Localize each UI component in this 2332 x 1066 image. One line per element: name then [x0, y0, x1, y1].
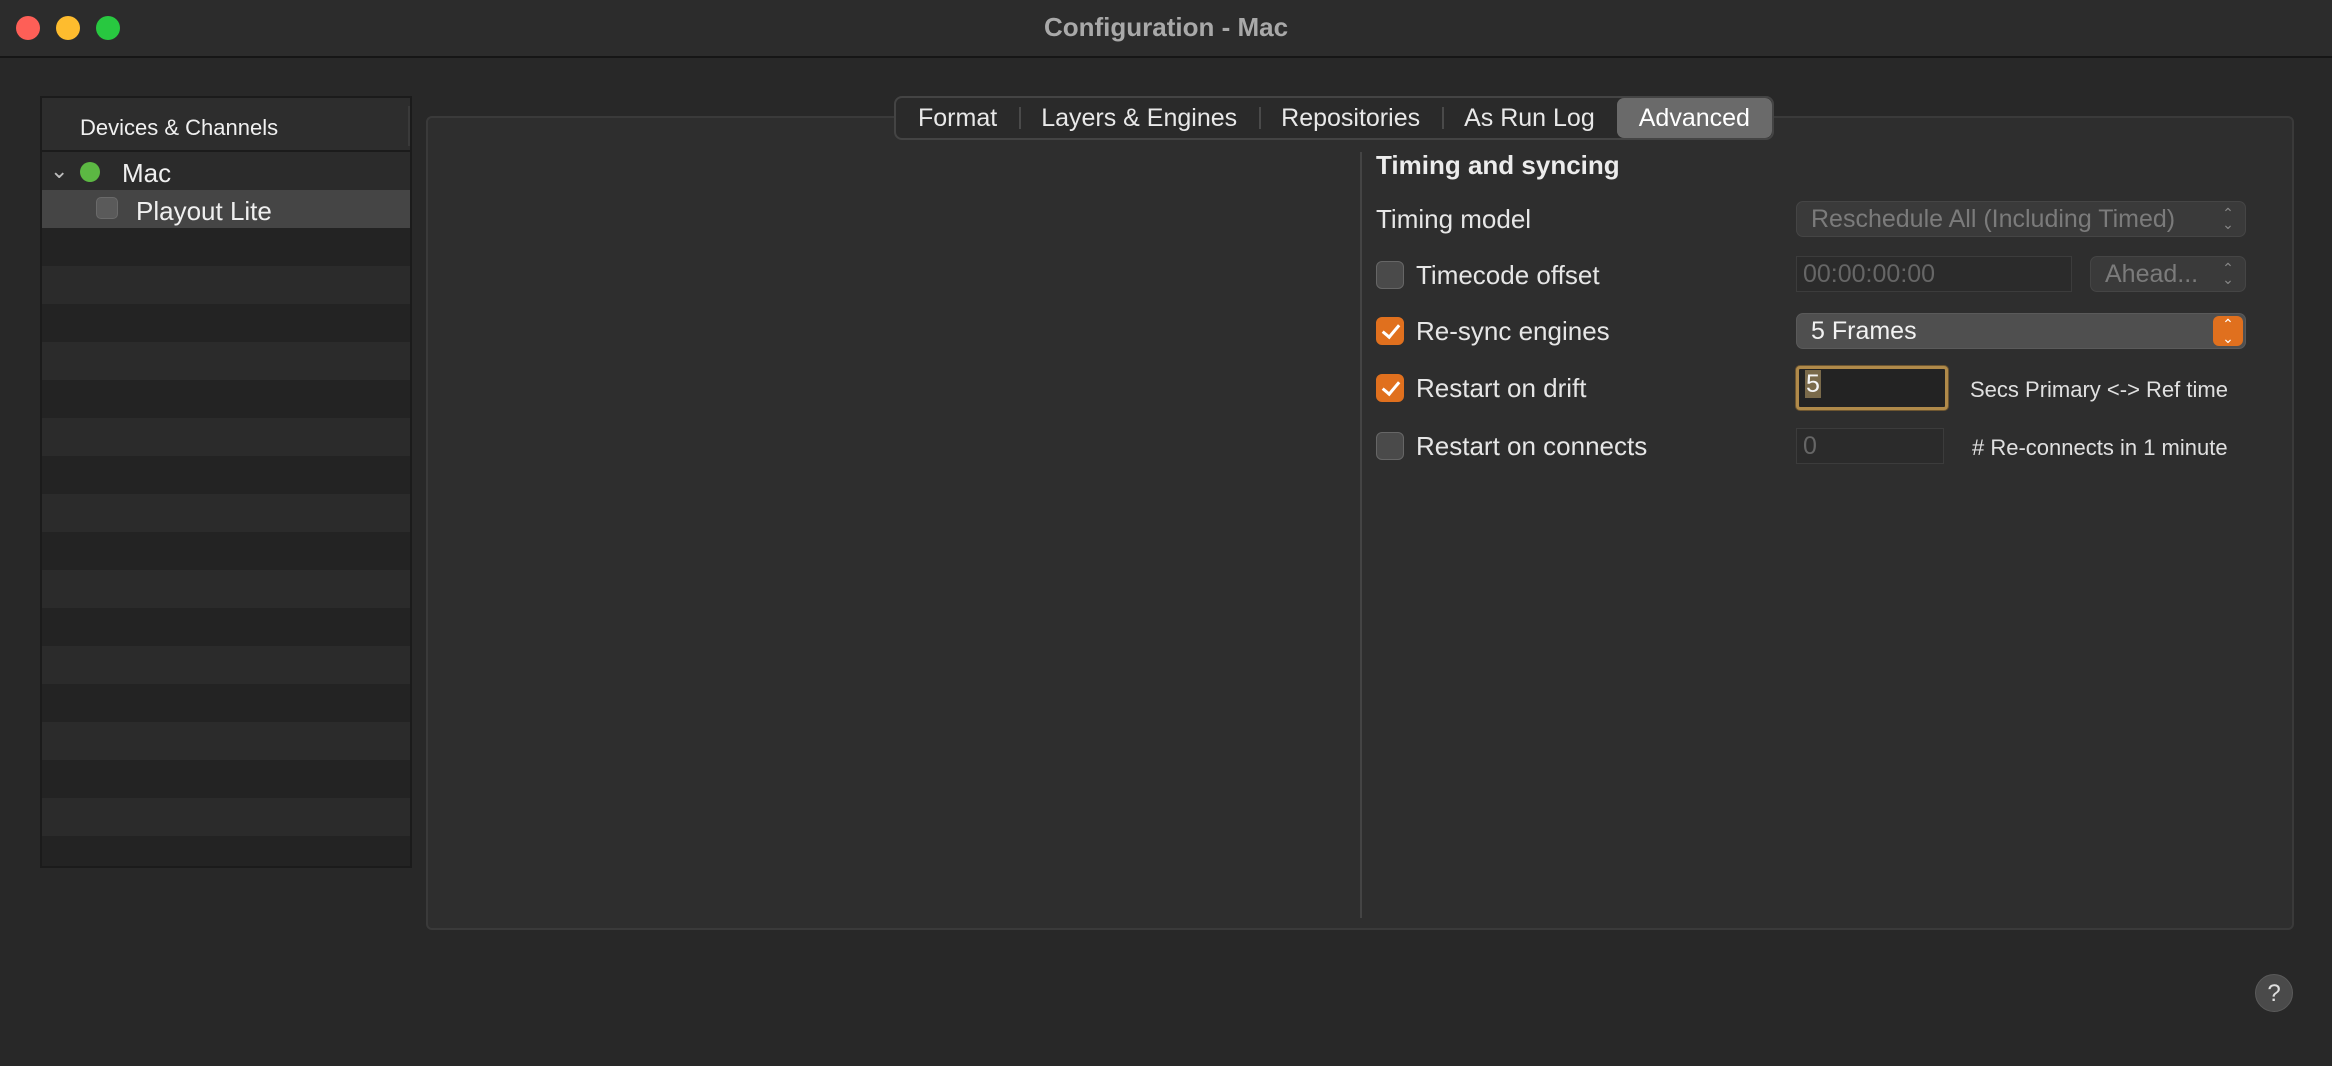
- section-title: Timing and syncing: [1376, 150, 1620, 180]
- chevron-updown-icon: ⌃ ⌄: [2222, 260, 2234, 287]
- empty-row: [42, 760, 410, 798]
- channel-row-playout-lite[interactable]: Playout Lite: [42, 190, 410, 228]
- resync-engines-popup[interactable]: 5 Frames ⌃ ⌄: [1796, 313, 2246, 349]
- devices-sidebar: Devices & Channels ⌄ Mac Playout Lite: [40, 96, 412, 868]
- device-row-mac[interactable]: ⌄ Mac: [42, 152, 410, 190]
- restart-on-connects-field[interactable]: 0: [1796, 428, 1944, 464]
- chevron-updown-icon: ⌃ ⌄: [2213, 316, 2243, 346]
- empty-row: [42, 418, 410, 456]
- empty-row: [42, 304, 410, 342]
- window-title: Configuration - Mac: [1043, 12, 1289, 42]
- tab-bar: Format Layers & Engines Repositories As …: [894, 96, 1774, 140]
- resync-engines-label: Re-sync engines: [1416, 316, 1610, 346]
- drift-suffix-label: Secs Primary <-> Ref time: [1970, 377, 2228, 402]
- channel-label: Playout Lite: [136, 196, 272, 226]
- chevron-updown-icon: ⌃ ⌄: [2222, 205, 2234, 232]
- empty-row: [42, 798, 410, 836]
- empty-row: [42, 608, 410, 646]
- tab-as-run-log[interactable]: As Run Log: [1442, 98, 1617, 138]
- timing-model-value: Reschedule All (Including Timed): [1811, 205, 2176, 233]
- tab-format[interactable]: Format: [896, 98, 1019, 138]
- timing-model-popup[interactable]: Reschedule All (Including Timed) ⌃ ⌄: [1796, 201, 2246, 237]
- status-dot-icon: [80, 162, 100, 182]
- empty-row: [42, 532, 410, 570]
- help-button[interactable]: ?: [2255, 974, 2293, 1012]
- empty-row: [42, 494, 410, 532]
- restart-on-drift-label: Restart on drift: [1416, 373, 1587, 403]
- title-bar: Configuration - Mac: [0, 0, 2332, 58]
- timing-model-label: Timing model: [1376, 204, 1532, 234]
- restart-on-drift-field[interactable]: 5: [1796, 366, 1948, 410]
- empty-row: [42, 380, 410, 418]
- empty-row: [42, 342, 410, 380]
- panel-divider: [1360, 152, 1362, 918]
- empty-row: [42, 722, 410, 760]
- timecode-direction-popup[interactable]: Ahead... ⌃ ⌄: [2090, 256, 2246, 292]
- restart-on-connects-label: Restart on connects: [1416, 431, 1648, 461]
- restart-on-connects-checkbox[interactable]: [1376, 432, 1404, 460]
- resync-engines-checkbox[interactable]: [1376, 317, 1404, 345]
- settings-panel: [426, 116, 2294, 930]
- timecode-offset-field[interactable]: 00:00:00:00: [1796, 256, 2072, 292]
- empty-row: [42, 456, 410, 494]
- empty-row: [42, 570, 410, 608]
- chevron-down-icon[interactable]: ⌄: [50, 158, 68, 184]
- tab-advanced[interactable]: Advanced: [1616, 98, 1772, 138]
- sidebar-header: Devices & Channels: [42, 98, 410, 152]
- empty-row: [42, 836, 410, 866]
- timecode-direction-value: Ahead...: [2105, 260, 2199, 288]
- device-list: ⌄ Mac Playout Lite: [42, 152, 410, 866]
- empty-row: [42, 684, 410, 722]
- connects-suffix-label: # Re-connects in 1 minute: [1972, 435, 2228, 460]
- tab-repositories[interactable]: Repositories: [1259, 98, 1442, 138]
- resync-engines-value: 5 Frames: [1811, 317, 1917, 345]
- empty-row: [42, 228, 410, 266]
- channel-checkbox[interactable]: [96, 197, 118, 219]
- empty-row: [42, 266, 410, 304]
- drift-value: 5: [1805, 370, 1821, 398]
- tab-layers-engines[interactable]: Layers & Engines: [1019, 98, 1259, 138]
- device-label: Mac: [122, 158, 172, 188]
- empty-row: [42, 646, 410, 684]
- timecode-offset-label: Timecode offset: [1416, 260, 1600, 290]
- restart-on-drift-checkbox[interactable]: [1376, 374, 1404, 402]
- timecode-offset-checkbox[interactable]: [1376, 261, 1404, 289]
